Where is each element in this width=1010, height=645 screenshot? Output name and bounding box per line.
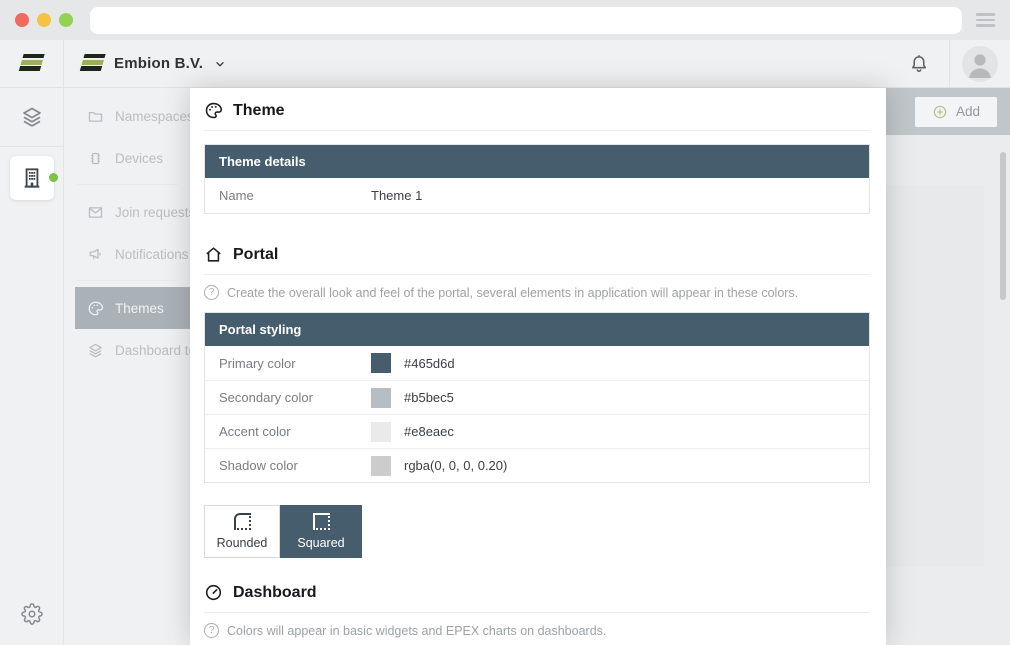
building-icon xyxy=(19,165,45,191)
theme-details-table: Theme details Name Theme 1 xyxy=(204,144,870,214)
minimize-window-button[interactable] xyxy=(37,13,51,27)
portal-description: ? Create the overall look and feel of th… xyxy=(204,285,870,300)
table-row-name[interactable]: Name Theme 1 xyxy=(205,178,869,213)
portal-section-heading: Portal xyxy=(204,245,870,264)
row-label: Secondary color xyxy=(219,390,371,405)
row-label: Accent color xyxy=(219,424,371,439)
home-icon xyxy=(204,245,223,264)
rail-item-settings[interactable] xyxy=(0,603,63,625)
table-row-shadow-color[interactable]: Shadow color rgba(0, 0, 0, 0.20) xyxy=(205,448,869,482)
rounded-corners-button[interactable]: Rounded xyxy=(204,505,280,558)
button-label: Rounded xyxy=(217,536,268,550)
row-label: Name xyxy=(219,188,371,203)
gauge-icon xyxy=(204,583,223,602)
window-controls xyxy=(15,13,73,27)
organization-name: Embion B.V. xyxy=(114,55,203,72)
divider xyxy=(204,274,870,275)
section-title: Dashboard xyxy=(233,584,317,602)
embion-logo-icon xyxy=(18,54,44,73)
notifications-bell-icon[interactable] xyxy=(889,53,949,75)
color-swatch[interactable] xyxy=(371,456,391,476)
color-value: #b5bec5 xyxy=(404,390,454,405)
app-header: Embion B.V. xyxy=(0,40,1010,88)
help-circle-icon: ? xyxy=(204,285,219,300)
table-row-primary-color[interactable]: Primary color #465d6d xyxy=(205,346,869,380)
divider xyxy=(204,130,870,131)
row-label: Shadow color xyxy=(219,458,371,473)
squared-corners-button[interactable]: Squared xyxy=(280,505,362,558)
portal-styling-table: Portal styling Primary color #465d6d Sec… xyxy=(204,312,870,483)
dashboard-section-heading: Dashboard xyxy=(204,583,870,602)
palette-icon xyxy=(204,101,223,120)
app-body: Namespaces Devices Join requests Notific… xyxy=(0,88,1010,645)
table-header: Portal styling xyxy=(205,313,869,346)
rounded-corner-icon xyxy=(234,513,251,530)
color-swatch[interactable] xyxy=(371,353,391,373)
user-avatar[interactable] xyxy=(962,46,998,82)
theme-section-heading: Theme xyxy=(204,101,870,120)
row-value: Theme 1 xyxy=(371,188,422,203)
row-label: Primary color xyxy=(219,356,371,371)
rail-divider xyxy=(0,146,63,147)
corner-style-toggle: Rounded Squared xyxy=(204,505,870,558)
user-menu xyxy=(949,40,1010,87)
navigation-rail xyxy=(0,88,64,645)
color-value: rgba(0, 0, 0, 0.20) xyxy=(404,458,507,473)
rail-item-namespaces[interactable] xyxy=(0,105,63,129)
rail-item-organization-active[interactable] xyxy=(10,156,54,200)
color-swatch[interactable] xyxy=(371,388,391,408)
help-circle-icon: ? xyxy=(204,623,219,638)
organization-selector[interactable]: Embion B.V. xyxy=(64,54,226,73)
portal-description-text: Create the overall look and feel of the … xyxy=(227,286,798,300)
app-logo-cell xyxy=(0,40,64,87)
table-row-accent-color[interactable]: Accent color #e8eaec xyxy=(205,414,869,448)
close-window-button[interactable] xyxy=(15,13,29,27)
theme-panel: Theme Theme details Name Theme 1 Portal … xyxy=(190,88,886,645)
dashboard-description-text: Colors will appear in basic widgets and … xyxy=(227,624,606,638)
color-value: #e8eaec xyxy=(404,424,454,439)
squared-corner-icon xyxy=(313,513,330,530)
browser-chrome xyxy=(0,0,1010,40)
header-actions xyxy=(889,40,1010,87)
dashboard-description: ? Colors will appear in basic widgets an… xyxy=(204,623,870,638)
section-title: Portal xyxy=(233,246,278,264)
address-bar-input[interactable] xyxy=(90,7,962,34)
layers-icon xyxy=(20,105,44,129)
zoom-window-button[interactable] xyxy=(59,13,73,27)
color-swatch[interactable] xyxy=(371,422,391,442)
browser-menu-icon[interactable] xyxy=(976,13,995,27)
chevron-down-icon xyxy=(214,58,226,70)
online-status-dot xyxy=(49,173,58,182)
button-label: Squared xyxy=(297,536,344,550)
section-title: Theme xyxy=(233,102,285,120)
table-header: Theme details xyxy=(205,145,869,178)
color-value: #465d6d xyxy=(404,356,455,371)
divider xyxy=(204,612,870,613)
gear-icon xyxy=(21,603,43,625)
embion-logo-icon xyxy=(79,54,105,73)
table-row-secondary-color[interactable]: Secondary color #b5bec5 xyxy=(205,380,869,414)
